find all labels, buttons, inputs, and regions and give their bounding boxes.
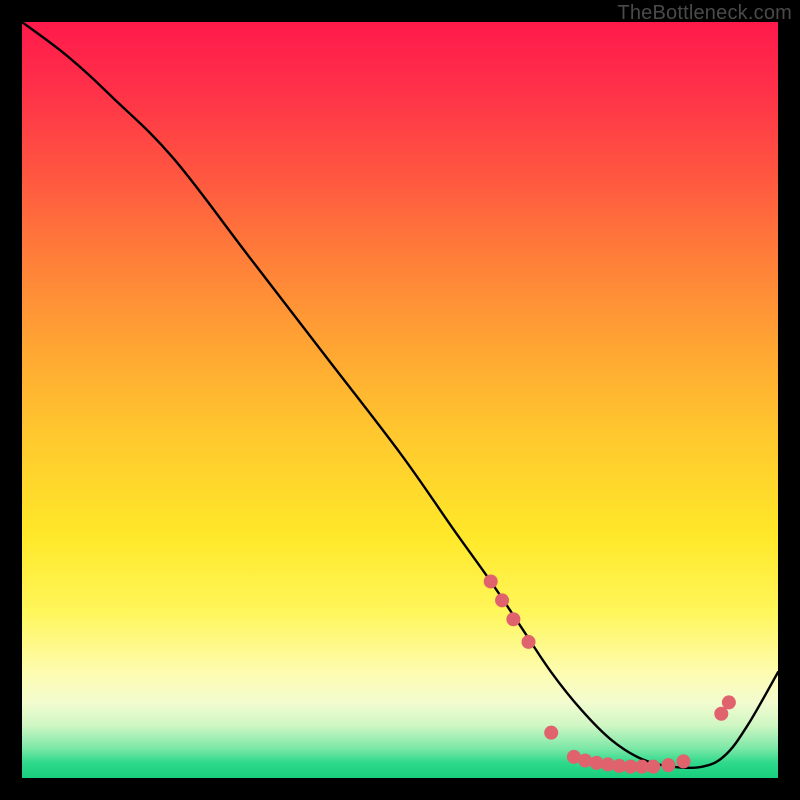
chart-frame: TheBottleneck.com bbox=[0, 0, 800, 800]
ascent-marker bbox=[722, 695, 736, 709]
trough-marker bbox=[646, 760, 660, 774]
ascent-marker bbox=[714, 707, 728, 721]
curve-svg bbox=[22, 22, 778, 778]
watermark-text: TheBottleneck.com bbox=[617, 2, 792, 25]
descent-marker bbox=[522, 635, 536, 649]
descent-marker bbox=[506, 612, 520, 626]
trough-marker bbox=[590, 756, 604, 770]
descent-marker bbox=[495, 593, 509, 607]
bottleneck-curve bbox=[22, 22, 778, 768]
trough-marker bbox=[601, 757, 615, 771]
trough-marker bbox=[677, 754, 691, 768]
trough-marker bbox=[635, 760, 649, 774]
trough-marker bbox=[624, 760, 638, 774]
trough-marker bbox=[567, 750, 581, 764]
trough-marker bbox=[661, 758, 675, 772]
trough-marker bbox=[544, 726, 558, 740]
curve-markers bbox=[484, 574, 736, 773]
trough-marker bbox=[578, 754, 592, 768]
plot-area bbox=[22, 22, 778, 778]
descent-marker bbox=[484, 574, 498, 588]
trough-marker bbox=[612, 759, 626, 773]
